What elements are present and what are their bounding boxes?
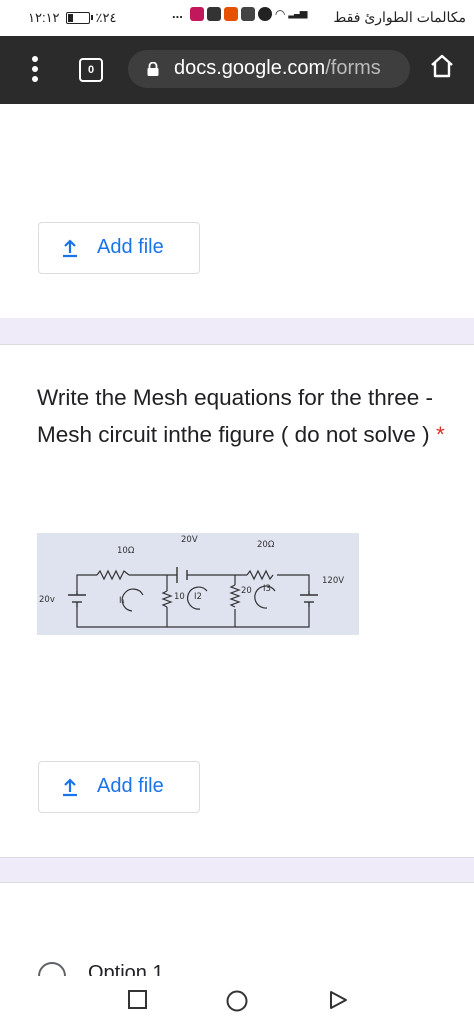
add-file-button[interactable]: Add file bbox=[38, 761, 200, 813]
label-i3: I3 bbox=[263, 584, 271, 594]
circuit-figure: 20v 20V 120V 10Ω 20Ω 10 20 I₁ I2 I3 bbox=[37, 533, 359, 635]
battery-percent: ٪٢٤ bbox=[95, 10, 117, 25]
upload-question-card: Add file bbox=[0, 104, 474, 318]
radio-button[interactable] bbox=[38, 962, 66, 977]
add-file-button[interactable]: Add file bbox=[38, 222, 200, 274]
browser-toolbar: 0 docs.google.com/forms bbox=[0, 36, 474, 104]
status-bar: ١٢:١٢ ٪٢٤ ... ◠ ▂▃▅ مكالمات الطوارئ فقط bbox=[0, 0, 474, 36]
url-path: /forms bbox=[325, 57, 381, 79]
back-icon[interactable] bbox=[327, 989, 349, 1011]
resistor-20-ohm-middle bbox=[229, 584, 241, 608]
wire bbox=[76, 574, 97, 591]
add-file-label: Add file bbox=[97, 775, 164, 797]
mesh-current-i1-arrow bbox=[121, 588, 144, 612]
add-file-label: Add file bbox=[97, 236, 164, 258]
instagram-icon bbox=[189, 6, 204, 21]
home-button-icon[interactable] bbox=[225, 989, 249, 1013]
app-icon bbox=[206, 6, 221, 21]
circuit-diagram: 20v 20V 120V 10Ω 20Ω 10 20 I₁ I2 I3 bbox=[39, 535, 344, 628]
clock: ١٢:١٢ bbox=[28, 10, 60, 25]
status-left: ١٢:١٢ ٪٢٤ bbox=[28, 10, 117, 26]
label-r1: 10Ω bbox=[117, 546, 135, 556]
label-r-top-right: 20Ω bbox=[257, 540, 275, 550]
recent-apps-icon[interactable] bbox=[127, 989, 149, 1011]
url-domain: docs.google.com bbox=[174, 57, 326, 79]
home-icon[interactable] bbox=[428, 52, 456, 80]
label-i2: I2 bbox=[194, 592, 202, 602]
sync-icon bbox=[257, 6, 272, 21]
label-right-source: 120V bbox=[322, 576, 344, 586]
battery-fill bbox=[67, 14, 73, 22]
tab-switcher-button[interactable]: 0 bbox=[79, 58, 103, 82]
label-i1: I₁ bbox=[119, 596, 125, 606]
address-bar[interactable]: docs.google.com/forms bbox=[128, 50, 410, 88]
mail-icon bbox=[223, 6, 238, 21]
question-text: Write the Mesh equations for the three -… bbox=[37, 385, 434, 447]
wifi-icon: ◠ bbox=[274, 6, 286, 21]
upload-icon bbox=[63, 778, 77, 797]
notification-icons: ... ◠ ▂▃▅ bbox=[172, 6, 307, 21]
label-top-source: 20V bbox=[181, 535, 198, 545]
label-left-source: 20v bbox=[39, 595, 55, 605]
resistor-20-ohm-top bbox=[246, 569, 274, 581]
wire bbox=[277, 574, 310, 591]
required-asterisk: * bbox=[435, 422, 445, 447]
label-r2: 10 bbox=[174, 592, 185, 602]
menu-icon[interactable] bbox=[30, 56, 40, 86]
resistor-10-ohm-middle bbox=[161, 590, 173, 608]
url-text: docs.google.com/forms bbox=[174, 57, 381, 80]
upload-icon bbox=[63, 239, 77, 258]
resistor-10-ohm bbox=[96, 569, 130, 581]
wire bbox=[76, 607, 310, 628]
mesh-question-card: Write the Mesh equations for the three -… bbox=[0, 344, 474, 858]
carrier-text: مكالمات الطوارئ فقط bbox=[333, 9, 466, 25]
signal-icon: ▂▃▅ bbox=[288, 8, 307, 19]
more-notifications: ... bbox=[172, 6, 183, 21]
label-r3: 20 bbox=[241, 586, 252, 596]
next-question-card: Option 1 bbox=[0, 882, 474, 977]
battery-icon bbox=[65, 12, 93, 24]
system-navigation-bar bbox=[0, 976, 474, 1026]
app-icon bbox=[240, 6, 255, 21]
lock-icon bbox=[147, 62, 159, 76]
question-title: Write the Mesh equations for the three -… bbox=[37, 379, 457, 453]
option-label: Option 1 bbox=[88, 962, 164, 977]
